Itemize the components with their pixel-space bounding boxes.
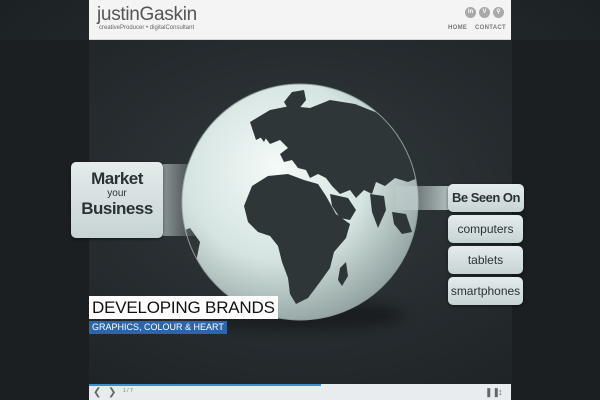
slide-caption-subtitle: GRAPHICS, COLOUR & HEART	[89, 321, 227, 334]
nav-contact[interactable]: CONTACT	[475, 25, 506, 31]
device-tablets: tablets	[448, 246, 523, 274]
site-logo[interactable]: justinGaskin	[97, 5, 197, 25]
fullscreen-icon[interactable]: ↕	[498, 387, 503, 397]
business-label: Business	[81, 199, 153, 218]
device-computers: computers	[448, 215, 523, 243]
right-light-beam	[396, 186, 450, 210]
next-arrow-icon[interactable]: ❯	[108, 387, 116, 399]
globe-illustration	[181, 83, 419, 321]
market-label: Market	[91, 169, 143, 188]
vimeo-icon[interactable]: V	[479, 7, 490, 18]
slide-caption-title: DEVELOPING BRANDS	[89, 296, 278, 319]
market-business-panel: Market your Business	[71, 162, 163, 238]
site-tagline: creativeProducer • digitalConsultant	[99, 25, 195, 31]
slide-progress-bar	[89, 384, 322, 386]
be-seen-on-panel: Be Seen On	[448, 184, 524, 212]
site-header: justinGaskin creativeProducer • digitalC…	[89, 0, 511, 40]
linkedin-icon[interactable]: in	[465, 7, 476, 18]
left-light-beam	[163, 164, 203, 236]
slide-pager: 1 / 7	[123, 388, 133, 394]
prev-arrow-icon[interactable]: ❮	[93, 387, 101, 399]
device-smartphones: smartphones	[448, 277, 523, 305]
search-icon[interactable]: ⚲	[493, 7, 504, 18]
slider-controls: ❮ ❯ 1 / 7 ❚❚ ↕	[89, 384, 511, 400]
nav-home[interactable]: HOME	[448, 25, 467, 31]
right-margin	[512, 40, 600, 400]
